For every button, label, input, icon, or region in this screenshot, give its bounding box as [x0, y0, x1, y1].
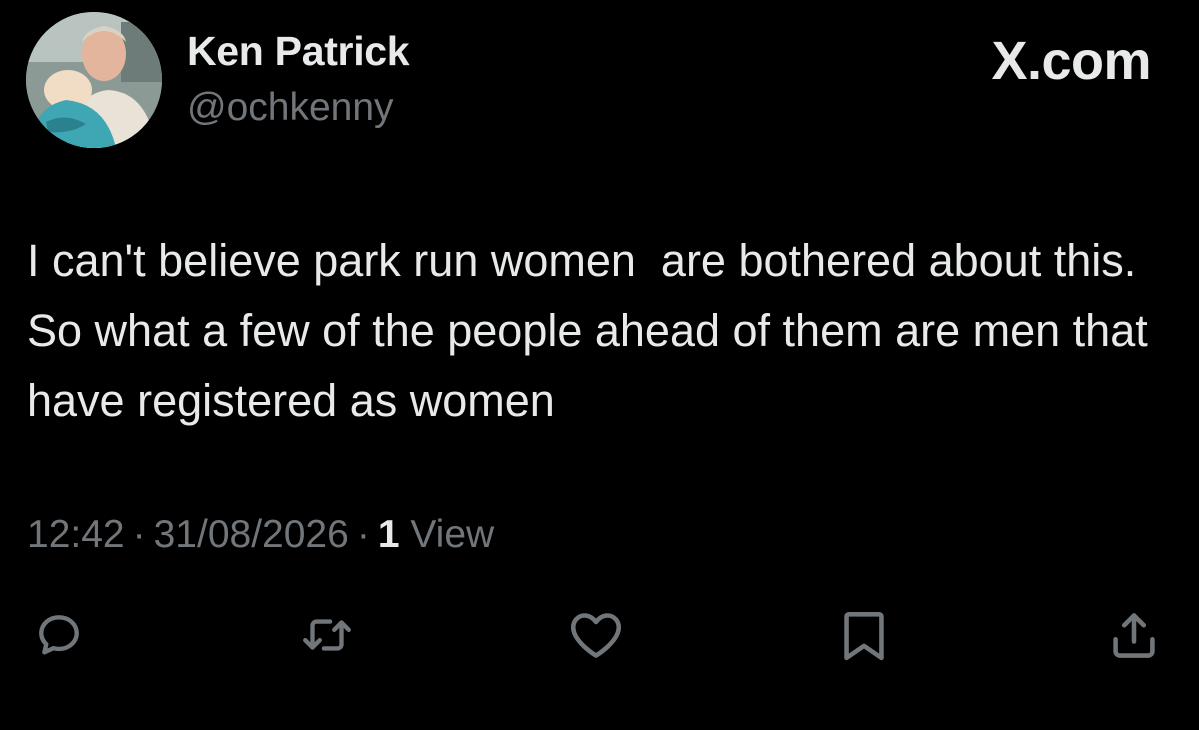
views-count: 1 — [377, 513, 400, 556]
bookmark-icon — [844, 611, 884, 661]
author-handle[interactable]: @ochkenny — [187, 86, 394, 130]
tweet-text: I can't believe park run women are bothe… — [27, 235, 1161, 426]
views-label: View — [410, 513, 495, 556]
tweet-time[interactable]: 12:42 — [27, 513, 125, 556]
bookmark-button[interactable] — [829, 600, 899, 670]
share-icon — [1113, 613, 1155, 658]
meta-separator: · — [356, 513, 370, 556]
share-button[interactable] — [1099, 600, 1169, 670]
tweet-meta: 12:42 · 31/08/2026 · 1 View — [27, 513, 494, 557]
reply-button[interactable] — [24, 600, 94, 670]
author-name[interactable]: Ken Patrick — [187, 28, 410, 75]
profile-photo-icon — [26, 12, 162, 148]
tweet-date[interactable]: 31/08/2026 — [154, 513, 349, 556]
tweet: Ken Patrick @ochkenny X.com I can't beli… — [0, 0, 1199, 730]
action-bar — [0, 600, 1199, 670]
retweet-button[interactable] — [292, 600, 362, 670]
like-icon — [570, 613, 622, 658]
like-button[interactable] — [561, 600, 631, 670]
brand-logo: X.com — [991, 31, 1151, 91]
meta-separator: · — [132, 513, 146, 556]
retweet-icon — [303, 619, 351, 651]
avatar[interactable] — [26, 12, 162, 148]
reply-icon — [39, 615, 79, 655]
